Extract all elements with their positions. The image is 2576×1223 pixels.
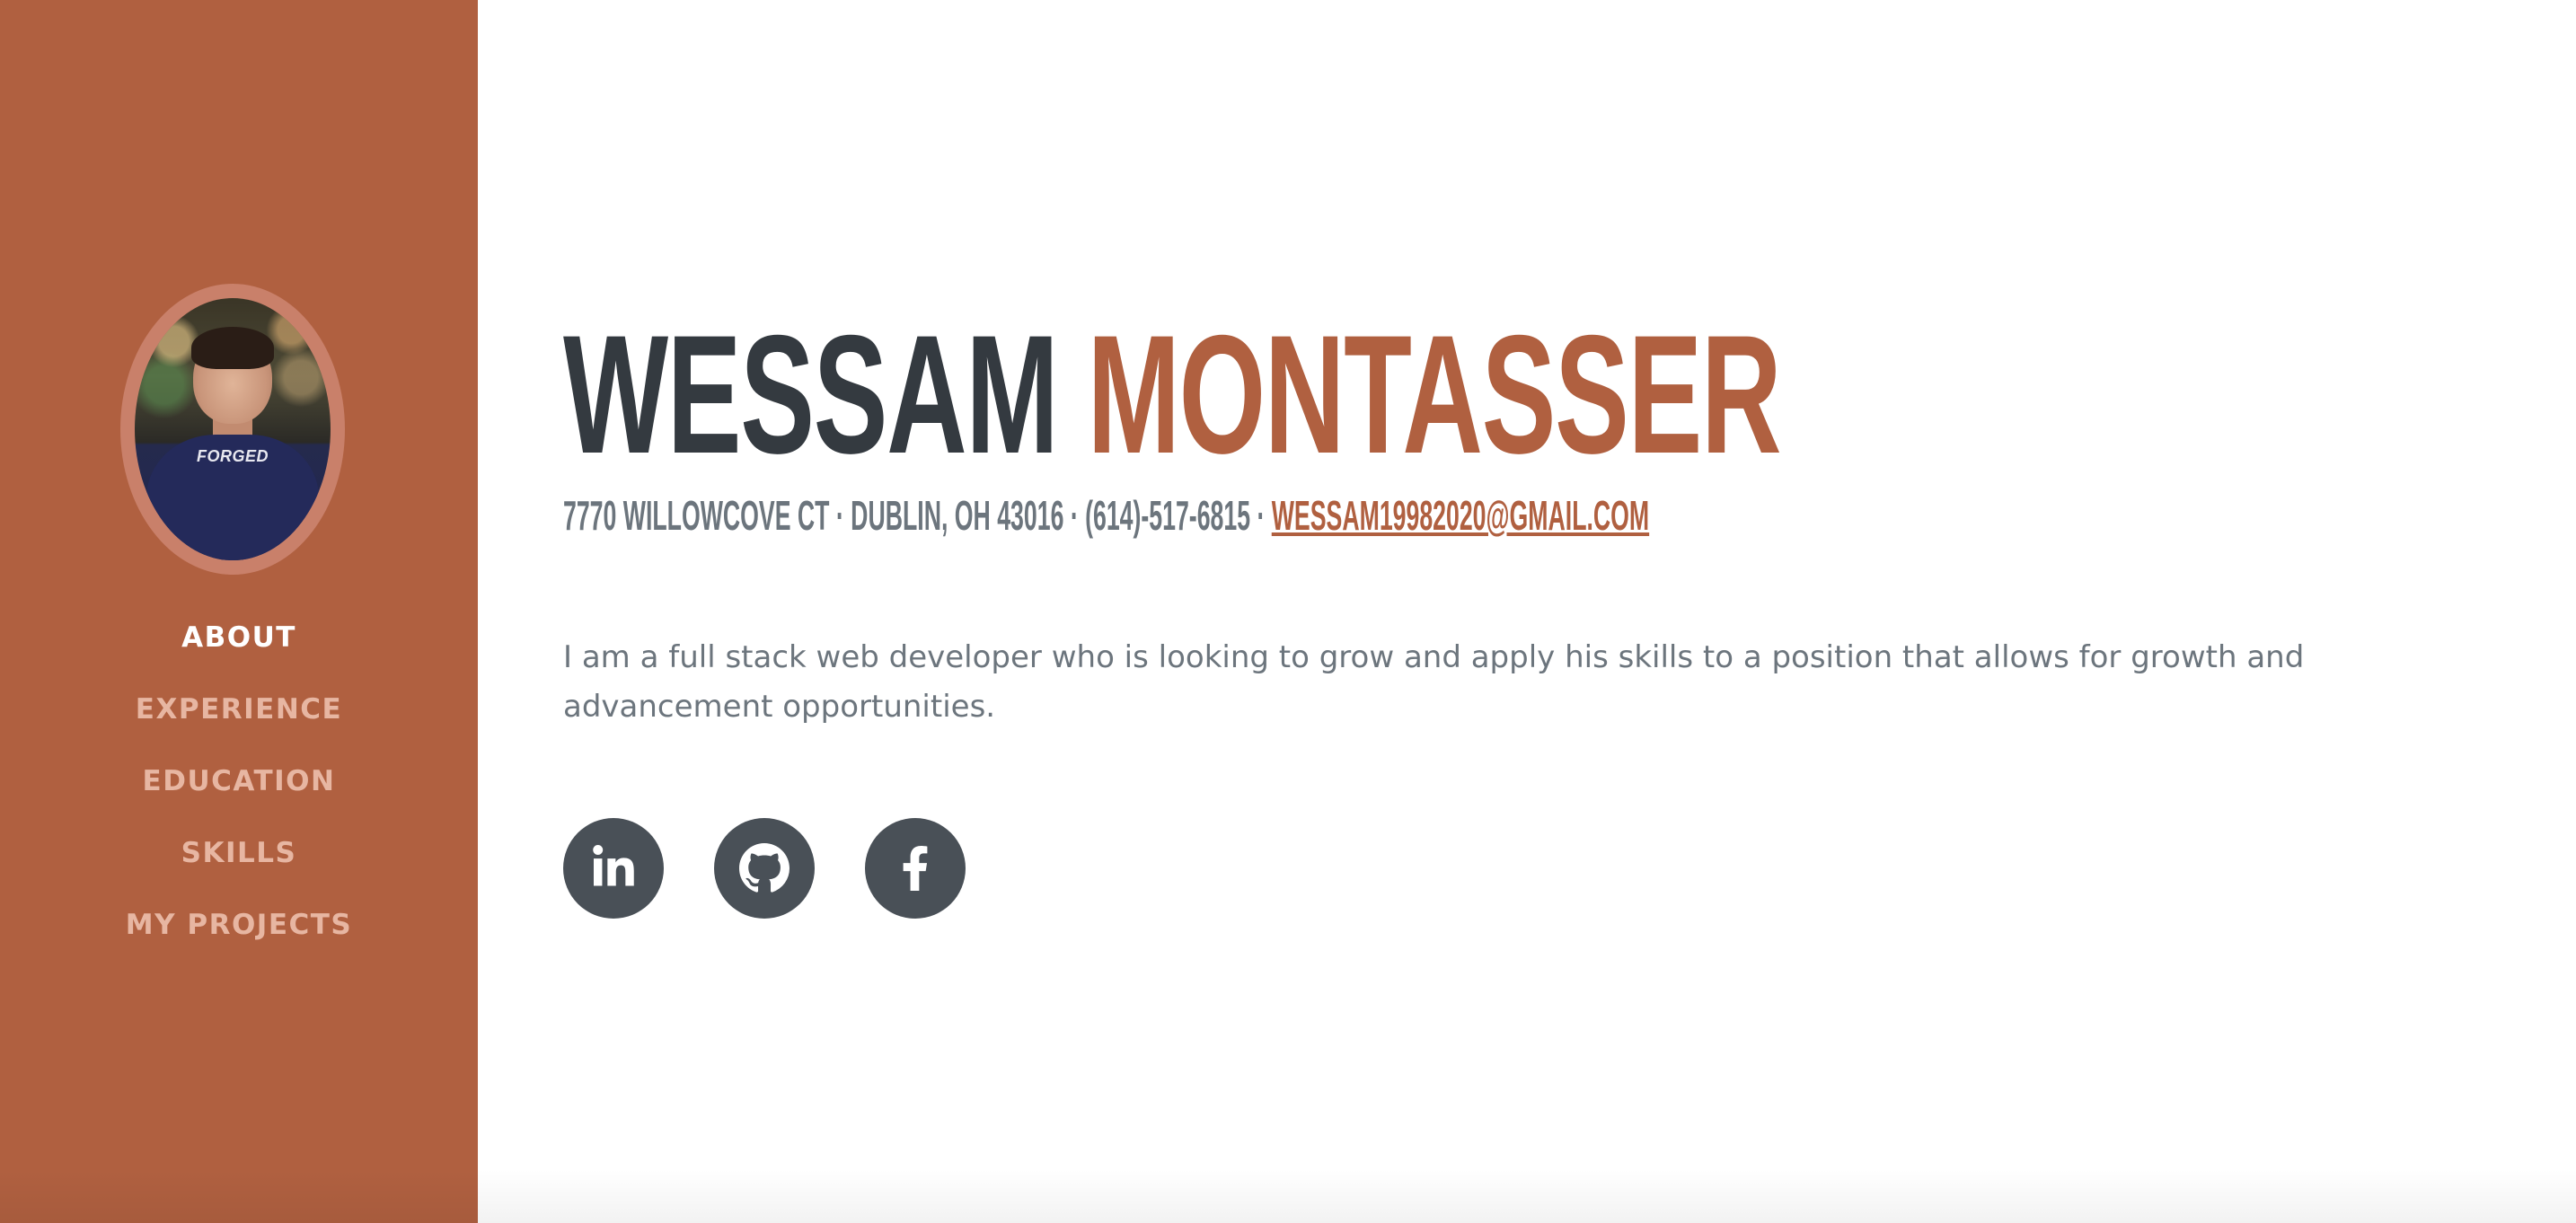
page-title: WESSAM MONTASSER [563,310,1782,479]
bio-text: I am a full stack web developer who is l… [563,639,2305,725]
last-name: MONTASSER [1087,300,1782,488]
address-text: 7770 WILLOWCOVE CT · DUBLIN, OH 43016 · … [563,492,1272,539]
nav-item-skills[interactable]: SKILLS [0,826,478,898]
first-name: WESSAM [563,300,1059,488]
profile-photo: FORGED [135,298,331,560]
facebook-link[interactable] [865,818,966,919]
github-link[interactable] [714,818,815,919]
sidebar: FORGED ABOUT EXPERIENCE EDUCATION SKILLS… [0,0,478,1223]
contact-info: 7770 WILLOWCOVE CT · DUBLIN, OH 43016 · … [563,492,1649,539]
linkedin-link[interactable] [563,818,664,919]
social-icons [563,818,966,919]
github-icon [739,843,790,893]
nav-item-experience[interactable]: EXPERIENCE [0,682,478,754]
shirt-logo-text: FORGED [196,447,269,466]
nav-item-about[interactable]: ABOUT [0,611,478,682]
about-section: WESSAM MONTASSER 7770 WILLOWCOVE CT · DU… [478,0,2576,1223]
nav-item-my-projects[interactable]: MY PROJECTS [0,898,478,970]
sidebar-nav: ABOUT EXPERIENCE EDUCATION SKILLS MY PRO… [0,611,478,970]
facebook-icon [903,846,928,891]
email-link[interactable]: WESSAM19982020@GMAIL.COM [1272,492,1649,539]
linkedin-icon [593,845,634,886]
nav-item-education[interactable]: EDUCATION [0,754,478,826]
profile-photo-frame: FORGED [120,284,345,575]
